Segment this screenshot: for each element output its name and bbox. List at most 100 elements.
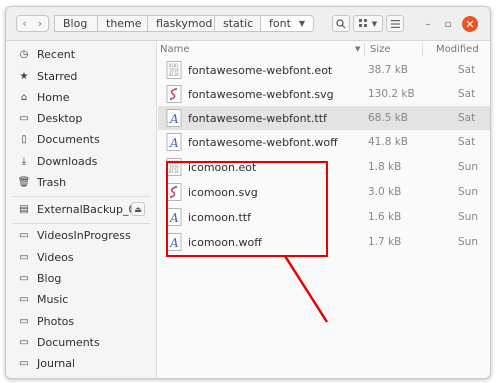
- file-modified: Sat: [458, 112, 476, 124]
- file-modified: Sun: [458, 211, 478, 223]
- file-size: 1.8 kB: [368, 161, 402, 173]
- minimize-button[interactable]: –: [420, 16, 436, 32]
- sidebar-divider: [12, 223, 150, 224]
- sidebar-divider: [12, 196, 150, 197]
- file-row-icomoon-woff[interactable]: A icomoon.woff 1.7 kB Sun: [158, 230, 490, 254]
- column-divider: [364, 43, 365, 56]
- sort-descending-icon: ▼: [355, 45, 361, 53]
- breadcrumb-static[interactable]: static: [214, 15, 261, 32]
- column-divider: [422, 43, 423, 56]
- file-manager-window: ‹ › Blog theme flaskymod static font ▼ ▼ …: [5, 6, 491, 379]
- file-name: icomoon.ttf: [188, 210, 251, 224]
- grid-view-icon: [358, 19, 367, 27]
- file-row-fontawesome-eot[interactable]: 0101 1010 0110 fontawesome-webfont.eot 38.…: [158, 58, 490, 82]
- breadcrumb-flaskymod[interactable]: flaskymod: [147, 15, 215, 32]
- sidebar: ◷ Recent ★ Starred ⌂ Home ▭ Desktop ▯ Documen…: [6, 41, 157, 378]
- folder-icon: ▭: [19, 229, 29, 241]
- sidebar-item-recent[interactable]: ◷ Recent: [6, 44, 156, 64]
- file-row-icomoon-svg[interactable]: icomoon.svg 3.0 kB Sun: [158, 180, 490, 204]
- column-header-size[interactable]: Size: [370, 41, 420, 57]
- binary-file-icon: 010110100110: [166, 158, 182, 176]
- folder-icon: ▭: [19, 315, 29, 327]
- breadcrumb-theme[interactable]: theme: [97, 15, 148, 32]
- sidebar-item-home[interactable]: ⌂ Home: [6, 87, 156, 107]
- file-size: 130.2 kB: [368, 88, 415, 100]
- sidebar-item-trash[interactable]: 🗑︎ Trash: [6, 172, 156, 192]
- file-row-icomoon-eot[interactable]: 0101 1010 0110 icomoon.eot 1.8 kB Sun: [158, 155, 490, 179]
- minimize-icon: –: [425, 18, 431, 30]
- file-name: fontawesome-webfont.ttf: [188, 111, 327, 125]
- main-menu-button[interactable]: [386, 15, 404, 32]
- svg-text:A: A: [169, 112, 179, 126]
- clock-icon: ◷: [19, 48, 29, 60]
- svg-text:A: A: [169, 236, 179, 250]
- file-row-fontawesome-svg[interactable]: fontawesome-webfont.svg 130.2 kB Sat: [158, 82, 490, 106]
- view-options-button[interactable]: ▼: [353, 15, 383, 32]
- sidebar-item-photos[interactable]: ▭ Photos: [6, 311, 156, 331]
- svg-text:0110: 0110: [169, 169, 179, 174]
- dropdown-arrow-icon: ▼: [298, 19, 306, 28]
- chevron-left-icon: ‹: [22, 17, 27, 30]
- back-button[interactable]: ‹: [16, 15, 33, 32]
- sidebar-item-external-backup[interactable]: ▤ ExternalBackup_01 ⏏: [6, 199, 156, 219]
- close-button[interactable]: ✕: [462, 16, 478, 32]
- document-icon: ▯: [21, 133, 27, 145]
- sidebar-item-starred[interactable]: ★ Starred: [6, 66, 156, 86]
- forward-button[interactable]: ›: [32, 15, 49, 32]
- file-modified: Sat: [458, 88, 476, 100]
- file-size: 1.6 kB: [368, 211, 402, 223]
- eject-icon[interactable]: ⏏: [131, 202, 145, 216]
- file-name: fontawesome-webfont.eot: [188, 63, 333, 77]
- maximize-button[interactable]: ▫: [440, 16, 456, 32]
- desktop-icon: ▭: [19, 112, 29, 124]
- font-file-icon: A: [166, 109, 182, 127]
- sidebar-item-journal[interactable]: ▭ Journal: [6, 353, 156, 373]
- folder-icon: ▭: [19, 293, 29, 305]
- chevron-right-icon: ›: [37, 17, 43, 30]
- sidebar-item-documents[interactable]: ▯ Documents: [6, 129, 156, 149]
- sidebar-item-videosinprogress[interactable]: ▭ VideosInProgress: [6, 225, 156, 245]
- file-modified: Sat: [458, 136, 476, 148]
- sidebar-item-videos[interactable]: ▭ Videos: [6, 247, 156, 267]
- file-row-fontawesome-woff[interactable]: A fontawesome-webfont.woff 41.8 kB Sat: [158, 130, 490, 154]
- close-icon: ✕: [465, 17, 475, 31]
- home-icon: ⌂: [20, 91, 28, 103]
- file-name: fontawesome-webfont.woff: [188, 135, 338, 149]
- sidebar-item-music[interactable]: ▭ Music: [6, 289, 156, 309]
- folder-icon: ▭: [19, 336, 29, 348]
- file-modified: Sun: [458, 161, 478, 173]
- breadcrumb-font[interactable]: font ▼: [260, 15, 314, 32]
- chevron-down-icon: ▼: [371, 19, 378, 28]
- folder-icon: ▭: [19, 357, 29, 369]
- folder-icon: ▭: [19, 251, 29, 263]
- svg-file-icon: [166, 183, 182, 201]
- font-file-icon: A: [166, 233, 182, 251]
- breadcrumb-blog[interactable]: Blog: [54, 15, 98, 32]
- file-row-icomoon-ttf[interactable]: A icomoon.ttf 1.6 kB Sun: [158, 205, 490, 229]
- download-icon: ⤓: [21, 155, 27, 167]
- svg-text:A: A: [169, 211, 179, 225]
- column-header-modified[interactable]: Modified: [436, 41, 486, 57]
- file-modified: Sun: [458, 236, 478, 248]
- column-header-name[interactable]: Name ▼: [160, 41, 360, 57]
- header-bar: ‹ › Blog theme flaskymod static font ▼ ▼ …: [6, 7, 490, 41]
- file-size: 38.7 kB: [368, 64, 409, 76]
- file-size: 3.0 kB: [368, 186, 402, 198]
- svg-text:A: A: [169, 136, 179, 150]
- file-modified: Sat: [458, 64, 476, 76]
- sidebar-item-blog[interactable]: ▭ Blog: [6, 268, 156, 288]
- sidebar-item-downloads[interactable]: ⤓ Downloads: [6, 151, 156, 171]
- drive-icon: ▤: [19, 203, 29, 215]
- search-button[interactable]: [332, 15, 350, 32]
- file-name: icomoon.svg: [188, 185, 258, 199]
- file-name: icomoon.eot: [188, 160, 257, 174]
- file-row-fontawesome-ttf[interactable]: A fontawesome-webfont.ttf 68.5 kB Sat: [158, 106, 490, 130]
- folder-icon: ▭: [19, 272, 29, 284]
- star-icon: ★: [19, 70, 29, 82]
- svg-file-icon: [166, 85, 182, 103]
- sidebar-item-documents-folder[interactable]: ▭ Documents: [6, 332, 156, 352]
- sidebar-item-desktop[interactable]: ▭ Desktop: [6, 108, 156, 128]
- svg-text:0110: 0110: [169, 72, 179, 77]
- trash-icon: 🗑︎: [17, 176, 31, 188]
- file-size: 1.7 kB: [368, 236, 402, 248]
